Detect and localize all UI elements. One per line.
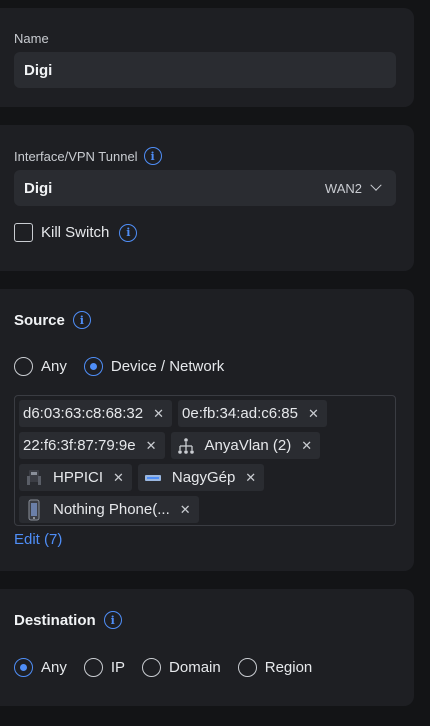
interface-selected-tag: WAN2 (324, 180, 362, 196)
radio-label: Any (41, 358, 67, 375)
source-heading: Source (14, 311, 65, 329)
interface-select[interactable]: Digi WAN2 (14, 170, 396, 206)
radio-label: Any (41, 659, 67, 676)
interface-selected-value: Digi (24, 179, 53, 197)
interface-label: Interface/VPN Tunnel (14, 148, 138, 164)
source-radio-any[interactable]: Any (14, 357, 67, 376)
chip-label: AnyaVlan (2) (204, 437, 292, 454)
name-label: Name (14, 31, 49, 46)
destination-radio-any[interactable]: Any (14, 658, 67, 677)
close-icon[interactable]: ✕ (113, 470, 124, 486)
kill-switch-label: Kill Switch (41, 224, 110, 241)
destination-radio-region[interactable]: Region (237, 658, 313, 677)
edit-source-link[interactable]: Edit (7) (14, 531, 62, 548)
close-icon[interactable]: ✕ (245, 470, 256, 486)
destination-heading-row: Destination i (14, 611, 122, 629)
chip-label: NagyGép (171, 469, 236, 486)
source-chip: Nothing Phone(... ✕ (19, 496, 199, 523)
interface-card: Interface/VPN Tunnel i Digi WAN2 Kill Sw… (0, 125, 414, 271)
info-icon[interactable]: i (72, 311, 91, 329)
destination-radio-ip[interactable]: IP (83, 658, 126, 677)
source-chip: 22:f6:3f:87:79:9e ✕ (19, 432, 165, 459)
destination-card: Destination i Any IP Domain Region (0, 589, 414, 706)
radio-button[interactable] (83, 357, 103, 376)
radio-label: Domain (169, 659, 221, 676)
chip-label: HPPICI (53, 469, 104, 486)
info-icon[interactable]: i (119, 223, 138, 242)
source-chip: HPPICI ✕ (19, 464, 132, 491)
name-card: Name Digi (0, 8, 414, 107)
info-icon[interactable]: i (103, 611, 122, 629)
source-chip: NagyGép ✕ (137, 464, 265, 491)
name-input[interactable]: Digi (14, 52, 396, 88)
chip-label: Nothing Phone(... (53, 501, 170, 518)
radio-button[interactable] (142, 658, 162, 677)
source-chip: AnyaVlan (2) ✕ (170, 432, 321, 459)
destination-heading: Destination (14, 611, 96, 629)
close-icon[interactable]: ✕ (301, 438, 312, 454)
interface-label-row: Interface/VPN Tunnel i (14, 147, 162, 165)
interface-select-right: WAN2 (324, 179, 386, 196)
kill-switch-checkbox[interactable] (14, 223, 33, 242)
radio-label: Device / Network (110, 358, 225, 375)
phone-device-icon (23, 499, 45, 521)
destination-radio-domain[interactable]: Domain (142, 658, 221, 677)
source-radio-device-network[interactable]: Device / Network (83, 357, 225, 376)
source-chip-box[interactable]: d6:03:63:c8:68:32 ✕ 0e:fb:34:ad:c6:85 ✕ … (14, 395, 396, 526)
radio-label: Region (264, 659, 313, 676)
source-card: Source i Any Device / Network d6:03:63:c… (0, 289, 414, 571)
radio-button[interactable] (237, 658, 257, 677)
radio-button[interactable] (14, 658, 33, 677)
close-icon[interactable]: ✕ (153, 406, 164, 422)
network-topology-icon (175, 435, 197, 457)
close-icon[interactable]: ✕ (180, 502, 191, 518)
source-chip: 0e:fb:34:ad:c6:85 ✕ (178, 400, 327, 427)
destination-radio-group: Any IP Domain Region (14, 658, 329, 677)
kill-switch-row[interactable]: Kill Switch i (14, 223, 138, 242)
chip-label: 22:f6:3f:87:79:9e (23, 437, 136, 454)
close-icon[interactable]: ✕ (146, 438, 157, 454)
source-radio-group: Any Device / Network (14, 357, 241, 376)
chip-label: d6:03:63:c8:68:32 (23, 405, 144, 422)
close-icon[interactable]: ✕ (308, 406, 319, 422)
radio-button[interactable] (14, 357, 33, 376)
laptop-device-icon (142, 467, 164, 489)
radio-label: IP (110, 659, 126, 676)
desktop-device-icon (23, 467, 45, 489)
chip-label: 0e:fb:34:ad:c6:85 (182, 405, 298, 422)
source-chip: d6:03:63:c8:68:32 ✕ (19, 400, 173, 427)
info-icon[interactable]: i (143, 147, 162, 165)
chevron-down-icon (370, 179, 382, 191)
source-heading-row: Source i (14, 311, 91, 329)
radio-button[interactable] (83, 658, 103, 677)
